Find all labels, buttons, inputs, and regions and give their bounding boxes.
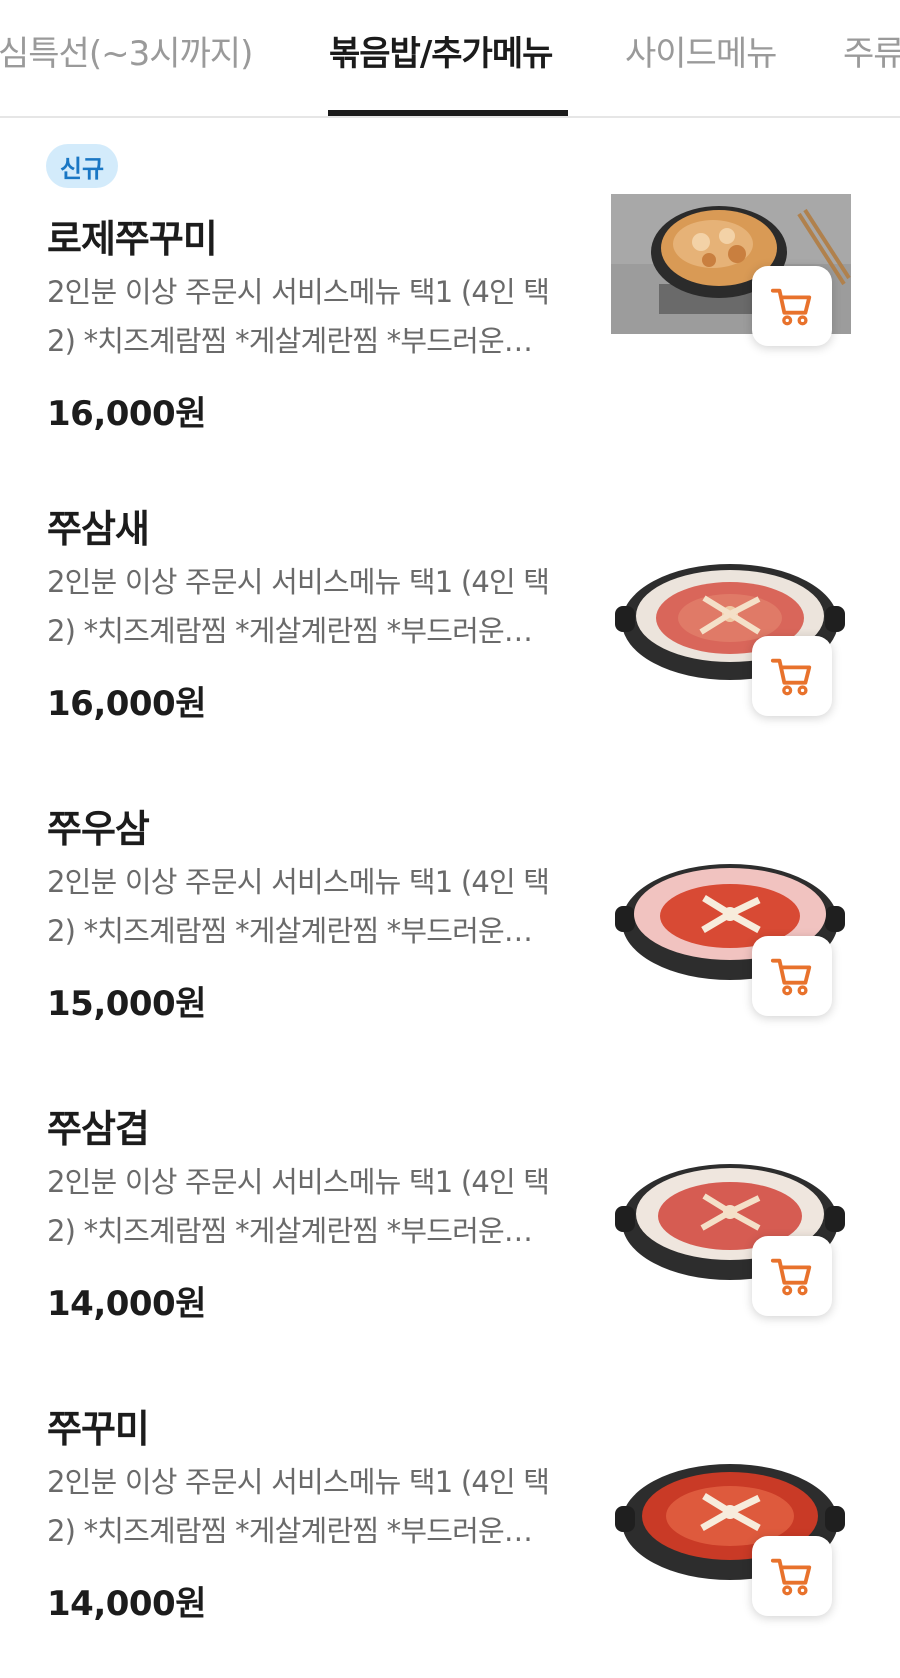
cart-icon	[769, 953, 815, 999]
menu-item-price: 14,000원	[47, 1584, 206, 1624]
description-line: 2인분 이상 주문시 서비스메뉴 택1 (4인 택	[47, 565, 550, 599]
menu-item[interactable]: 쭈삼새 2인분 이상 주문시 서비스메뉴 택1 (4인 택 2) *치즈계람찜 …	[0, 494, 900, 744]
description-line: 2인분 이상 주문시 서비스메뉴 택1 (4인 택	[47, 275, 550, 309]
description-line: 2인분 이상 주문시 서비스메뉴 택1 (4인 택	[47, 865, 550, 899]
menu-item-name: 쭈꾸미	[47, 1407, 150, 1451]
add-to-cart-button[interactable]	[752, 936, 832, 1016]
description-line: 2) *치즈계람찜 *게살계란찜 *부드러운…	[47, 1214, 533, 1248]
menu-item-name: 쭈우삼	[47, 807, 150, 851]
menu-item[interactable]: 신규 로제쭈꾸미 2인분 이상 주문시 서비스메뉴 택1 (4인 택 2) *치…	[0, 144, 900, 444]
description-line: 2) *치즈계람찜 *게살계란찜 *부드러운…	[47, 914, 533, 948]
description-line: 2인분 이상 주문시 서비스메뉴 택1 (4인 택	[47, 1465, 550, 1499]
cart-icon	[769, 283, 815, 329]
category-tab-bar: 심특선(~3시까지) 볶음밥/추가메뉴 사이드메뉴 주류	[0, 0, 900, 118]
menu-item-description: 2인분 이상 주문시 서비스메뉴 택1 (4인 택 2) *치즈계람찜 *게살계…	[47, 558, 572, 656]
description-line: 2) *치즈계람찜 *게살계란찜 *부드러운…	[47, 614, 533, 648]
menu-item-name: 쭈삼새	[47, 507, 150, 551]
menu-item-description: 2인분 이상 주문시 서비스메뉴 택1 (4인 택 2) *치즈계람찜 *게살계…	[47, 858, 572, 956]
description-line: 2) *치즈계람찜 *게살계란찜 *부드러운…	[47, 324, 533, 358]
menu-item-description: 2인분 이상 주문시 서비스메뉴 택1 (4인 택 2) *치즈계람찜 *게살계…	[47, 1458, 572, 1556]
menu-item-price: 16,000원	[47, 394, 206, 434]
menu-item-description: 2인분 이상 주문시 서비스메뉴 택1 (4인 택 2) *치즈계람찜 *게살계…	[47, 268, 572, 366]
tab-fried-rice-extra[interactable]: 볶음밥/추가메뉴	[329, 26, 553, 75]
new-badge: 신규	[46, 144, 118, 188]
menu-item-price: 14,000원	[47, 1284, 206, 1324]
menu-item-price: 15,000원	[47, 984, 206, 1024]
menu-item-name: 쭈삼겹	[47, 1107, 150, 1151]
rose-jjukkumi-dish-image	[609, 144, 851, 386]
tab-drinks[interactable]: 주류	[843, 26, 900, 75]
add-to-cart-button[interactable]	[752, 1236, 832, 1316]
active-tab-indicator	[328, 110, 568, 116]
menu-item[interactable]: 쭈우삼 2인분 이상 주문시 서비스메뉴 택1 (4인 택 2) *치즈계람찜 …	[0, 794, 900, 1044]
cart-icon	[769, 1253, 815, 1299]
menu-item-price: 16,000원	[47, 684, 206, 724]
cart-icon	[769, 1553, 815, 1599]
menu-item[interactable]: 쭈삼겹 2인분 이상 주문시 서비스메뉴 택1 (4인 택 2) *치즈계람찜 …	[0, 1094, 900, 1344]
description-line: 2) *치즈계람찜 *게살계란찜 *부드러운…	[47, 1514, 533, 1548]
description-line: 2인분 이상 주문시 서비스메뉴 택1 (4인 택	[47, 1165, 550, 1199]
menu-item-name: 로제쭈꾸미	[47, 217, 218, 261]
add-to-cart-button[interactable]	[752, 266, 832, 346]
tab-lunch-special[interactable]: 심특선(~3시까지)	[0, 26, 253, 75]
menu-item-description: 2인분 이상 주문시 서비스메뉴 택1 (4인 택 2) *치즈계람찜 *게살계…	[47, 1158, 572, 1256]
tab-side-menu[interactable]: 사이드메뉴	[625, 26, 777, 75]
menu-item[interactable]: 쭈꾸미 2인분 이상 주문시 서비스메뉴 택1 (4인 택 2) *치즈계람찜 …	[0, 1394, 900, 1644]
add-to-cart-button[interactable]	[752, 636, 832, 716]
cart-icon	[769, 653, 815, 699]
add-to-cart-button[interactable]	[752, 1536, 832, 1616]
